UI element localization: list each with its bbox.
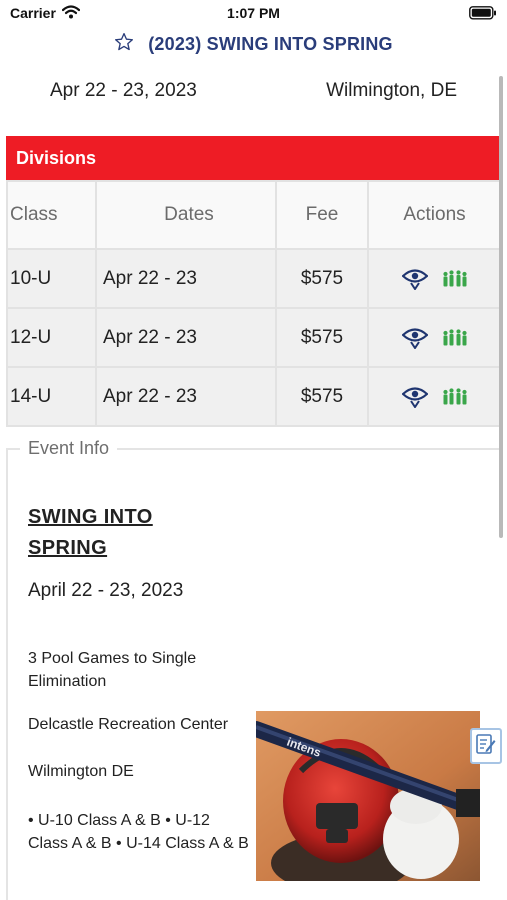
column-header-actions: Actions bbox=[367, 180, 502, 250]
division-class: 10-U bbox=[6, 248, 97, 309]
event-photo: intens bbox=[256, 711, 480, 881]
divisions-table: Class Dates Fee Actions 10-U Apr 22 - 23… bbox=[6, 180, 502, 427]
page-title: (2023) SWING INTO SPRING bbox=[148, 33, 393, 54]
divisions-label: Divisions bbox=[16, 148, 97, 168]
clock: 1:07 PM bbox=[227, 5, 280, 21]
notepad-icon bbox=[476, 733, 496, 760]
division-fee: $575 bbox=[275, 307, 369, 368]
column-header-class: Class bbox=[6, 180, 97, 250]
event-info-legend: Event Info bbox=[20, 438, 118, 459]
event-info-date: April 22 - 23, 2023 bbox=[28, 580, 184, 601]
division-class: 12-U bbox=[6, 307, 97, 368]
event-date-location: Apr 22 - 23, 2023 Wilmington, DE bbox=[0, 80, 497, 106]
team-roster-icon[interactable] bbox=[442, 387, 468, 407]
division-actions bbox=[367, 366, 502, 427]
event-header: (2023) SWING INTO SPRING bbox=[0, 30, 507, 58]
table-row: 14-U Apr 22 - 23 $575 bbox=[6, 366, 502, 427]
event-classes: • U-10 Class A & B • U-12 Class A & B • … bbox=[28, 812, 249, 852]
division-actions bbox=[367, 248, 502, 309]
division-fee: $575 bbox=[275, 366, 369, 427]
event-date: Apr 22 - 23, 2023 bbox=[50, 80, 197, 101]
division-actions bbox=[367, 307, 502, 368]
column-header-dates: Dates bbox=[95, 180, 277, 250]
table-header-row: Class Dates Fee Actions bbox=[6, 180, 502, 250]
division-class: 14-U bbox=[6, 366, 97, 427]
team-roster-icon[interactable] bbox=[442, 328, 468, 348]
event-city: Wilmington DE bbox=[28, 763, 134, 780]
eye-icon[interactable] bbox=[400, 386, 429, 409]
notes-button[interactable] bbox=[470, 728, 502, 764]
eye-icon[interactable] bbox=[400, 327, 429, 350]
scrollbar[interactable] bbox=[499, 76, 503, 538]
event-format: 3 Pool Games to Single Elimination bbox=[28, 650, 197, 690]
team-roster-icon[interactable] bbox=[442, 269, 468, 289]
column-header-fee: Fee bbox=[275, 180, 369, 250]
table-row: 12-U Apr 22 - 23 $575 bbox=[6, 307, 502, 368]
event-info-title: SWING INTO SPRING bbox=[28, 506, 153, 559]
division-dates: Apr 22 - 23 bbox=[95, 307, 277, 368]
event-location: Wilmington, DE bbox=[326, 80, 457, 101]
status-bar: Carrier 1:07 PM bbox=[0, 0, 507, 28]
division-dates: Apr 22 - 23 bbox=[95, 248, 277, 309]
battery-icon bbox=[469, 6, 497, 25]
division-dates: Apr 22 - 23 bbox=[95, 366, 277, 427]
star-outline-icon[interactable] bbox=[114, 32, 134, 57]
eye-icon[interactable] bbox=[400, 268, 429, 291]
divisions-header: Divisions bbox=[6, 136, 500, 180]
event-venue: Delcastle Recreation Center bbox=[28, 716, 229, 733]
division-fee: $575 bbox=[275, 248, 369, 309]
table-row: 10-U Apr 22 - 23 $575 bbox=[6, 248, 502, 309]
